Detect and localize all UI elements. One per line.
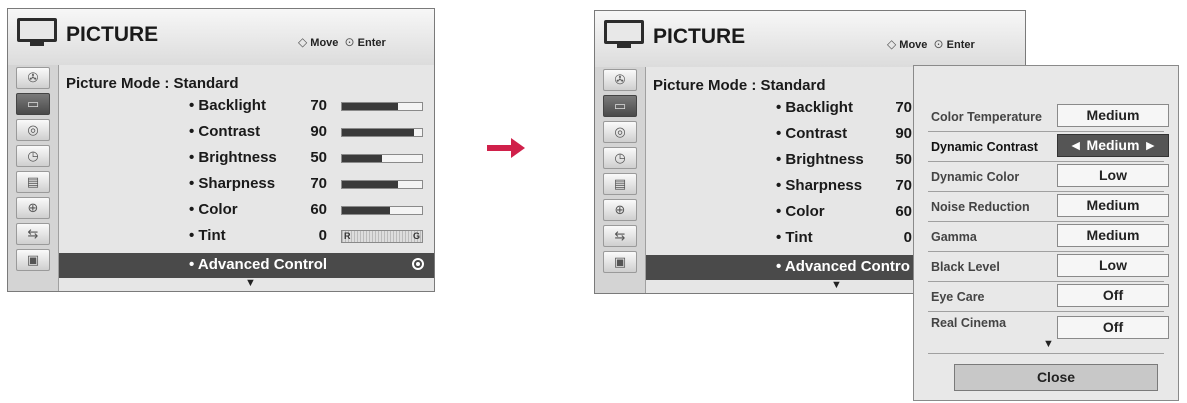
value-box[interactable]: Off xyxy=(1057,284,1169,307)
move-icon: ◇ xyxy=(298,35,308,49)
level-bar xyxy=(341,180,423,189)
popup-row-black-level[interactable]: Black Level Low xyxy=(914,253,1178,281)
setting-row-tint[interactable]: • Tint 0 RG xyxy=(189,225,429,251)
enter-icon: ⊙ xyxy=(933,37,944,51)
advanced-control-item[interactable]: • Advanced Control xyxy=(59,253,434,278)
enter-icon: ⊙ xyxy=(344,35,355,49)
audio-icon[interactable]: ◎ xyxy=(16,119,50,141)
setting-row-sharpness[interactable]: • Sharpness 70 xyxy=(189,173,429,199)
satellite-icon[interactable]: ✇ xyxy=(16,67,50,89)
option-icon[interactable]: ▤ xyxy=(16,171,50,193)
category-sidebar: ✇ ▭ ◎ ◷ ▤ ⊕ ⇆ ▣ xyxy=(595,67,646,293)
level-bar xyxy=(341,102,423,111)
setting-row-color[interactable]: • Color 60 xyxy=(189,199,429,225)
menu-header: PICTURE ◇ Move ⊙ Enter xyxy=(8,9,434,66)
picture-mode[interactable]: Picture Mode : Standard xyxy=(653,77,826,94)
nav-hint: ◇ Move ⊙ Enter xyxy=(887,37,975,51)
menu-title: PICTURE xyxy=(66,23,159,46)
value-box[interactable]: Medium xyxy=(1057,194,1169,217)
level-bar xyxy=(341,206,423,215)
enter-icon xyxy=(412,258,424,270)
popup-row-noise-reduction[interactable]: Noise Reduction Medium xyxy=(914,193,1178,221)
scroll-down-icon[interactable]: ▼ xyxy=(1043,338,1054,350)
arrow-right-icon xyxy=(487,138,525,158)
value-box[interactable]: Low xyxy=(1057,254,1169,277)
picture-icon[interactable]: ▭ xyxy=(16,93,50,115)
level-bar xyxy=(341,154,423,163)
picture-mode[interactable]: Picture Mode : Standard xyxy=(66,75,239,92)
clock-icon[interactable]: ◷ xyxy=(603,147,637,169)
close-button[interactable]: Close xyxy=(954,364,1158,391)
audio-icon[interactable]: ◎ xyxy=(603,121,637,143)
scroll-down-icon[interactable]: ▼ xyxy=(831,279,842,291)
menu-content: Picture Mode : Standard • Backlight 70 •… xyxy=(59,65,434,291)
satellite-icon[interactable]: ✇ xyxy=(603,69,637,91)
value-selector[interactable]: ◄ Medium ► xyxy=(1057,134,1169,157)
popup-row-color-temperature[interactable]: Color Temperature Medium xyxy=(914,103,1178,131)
usb-photo-icon[interactable]: ▣ xyxy=(16,249,50,271)
setting-row-brightness[interactable]: • Brightness 50 xyxy=(189,147,429,173)
scroll-down-icon[interactable]: ▼ xyxy=(245,277,256,289)
nav-hint: ◇ Move ⊙ Enter xyxy=(298,35,386,49)
tv-icon xyxy=(17,18,57,46)
popup-row-gamma[interactable]: Gamma Medium xyxy=(914,223,1178,251)
popup-row-dynamic-contrast[interactable]: Dynamic Contrast ◄ Medium ► xyxy=(914,133,1178,161)
tv-icon xyxy=(604,20,644,48)
popup-row-eye-care[interactable]: Eye Care Off xyxy=(914,283,1178,311)
menu-header: PICTURE ◇ Move ⊙ Enter xyxy=(595,11,1025,68)
advanced-control-popup: Color Temperature Medium Dynamic Contras… xyxy=(913,65,1179,401)
lock-icon[interactable]: ⊕ xyxy=(603,199,637,221)
move-icon: ◇ xyxy=(887,37,897,51)
value-box[interactable]: Off xyxy=(1057,316,1169,339)
popup-row-real-cinema[interactable]: Real Cinema Off xyxy=(914,313,1178,341)
setting-row-contrast[interactable]: • Contrast 90 xyxy=(189,121,429,147)
menu-title: PICTURE xyxy=(653,25,746,48)
category-sidebar: ✇ ▭ ◎ ◷ ▤ ⊕ ⇆ ▣ xyxy=(8,65,59,291)
clock-icon[interactable]: ◷ xyxy=(16,145,50,167)
value-box[interactable]: Low xyxy=(1057,164,1169,187)
tint-bar: RG xyxy=(341,230,423,243)
popup-row-dynamic-color[interactable]: Dynamic Color Low xyxy=(914,163,1178,191)
option-icon[interactable]: ▤ xyxy=(603,173,637,195)
value-box[interactable]: Medium xyxy=(1057,104,1169,127)
setting-row-backlight[interactable]: • Backlight 70 xyxy=(189,95,429,121)
input-icon[interactable]: ⇆ xyxy=(603,225,637,247)
lock-icon[interactable]: ⊕ xyxy=(16,197,50,219)
usb-photo-icon[interactable]: ▣ xyxy=(603,251,637,273)
value-box[interactable]: Medium xyxy=(1057,224,1169,247)
picture-menu-left: PICTURE ◇ Move ⊙ Enter ✇ ▭ ◎ ◷ ▤ ⊕ ⇆ ▣ P… xyxy=(7,8,435,292)
input-icon[interactable]: ⇆ xyxy=(16,223,50,245)
level-bar xyxy=(341,128,423,137)
picture-icon[interactable]: ▭ xyxy=(603,95,637,117)
